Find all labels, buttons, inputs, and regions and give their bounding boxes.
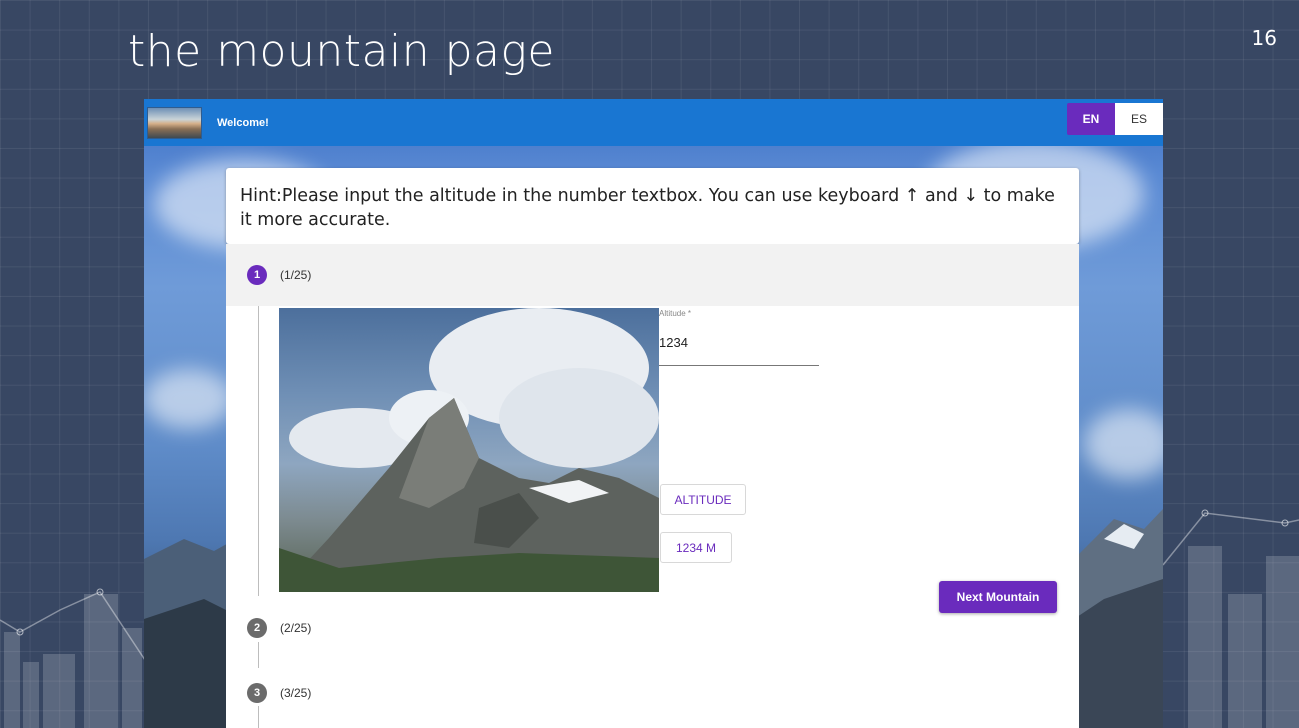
step-number-badge: 1 xyxy=(247,265,267,285)
app-screenshot: Welcome! EN ES Hint:Please input the alt… xyxy=(144,99,1163,728)
step-connector xyxy=(258,706,259,728)
app-header: Welcome! EN ES xyxy=(144,99,1163,146)
mountain-photo xyxy=(279,308,659,592)
step-label: (1/25) xyxy=(280,268,312,282)
step-header-1[interactable]: 1 (1/25) xyxy=(226,244,1079,306)
step-header-3[interactable]: 3 (3/25) xyxy=(226,662,1079,724)
welcome-text: Welcome! xyxy=(217,116,269,129)
language-switch: EN ES xyxy=(1067,103,1163,135)
altitude-input-underline xyxy=(659,365,819,366)
step-header-2[interactable]: 2 (2/25) xyxy=(226,597,1079,659)
mountain-illustration xyxy=(279,308,659,592)
slide: { "slide": { "title": "the mountain page… xyxy=(0,0,1299,728)
step-number-badge: 3 xyxy=(247,683,267,703)
altitude-field-label: Altitude * xyxy=(659,309,692,318)
hint-text: Hint:Please input the altitude in the nu… xyxy=(240,186,1055,230)
step-connector xyxy=(258,306,259,596)
slide-page-number: 16 xyxy=(1251,26,1277,50)
altitude-result-button[interactable]: 1234 M xyxy=(660,532,732,563)
slide-title: the mountain page xyxy=(128,26,555,77)
step-number-badge: 2 xyxy=(247,618,267,638)
logo-image xyxy=(147,106,202,139)
language-button-es[interactable]: ES xyxy=(1115,103,1163,135)
step-label: (2/25) xyxy=(280,621,312,635)
stepper: 1 (1/25) Altitude * 1234 ALTITUDE 1234 M… xyxy=(226,244,1079,728)
language-button-en[interactable]: EN xyxy=(1067,103,1115,135)
altitude-button[interactable]: ALTITUDE xyxy=(660,484,746,515)
hint-card: Hint:Please input the altitude in the nu… xyxy=(226,168,1079,244)
step-label: (3/25) xyxy=(280,686,312,700)
altitude-input[interactable]: 1234 xyxy=(659,335,688,350)
